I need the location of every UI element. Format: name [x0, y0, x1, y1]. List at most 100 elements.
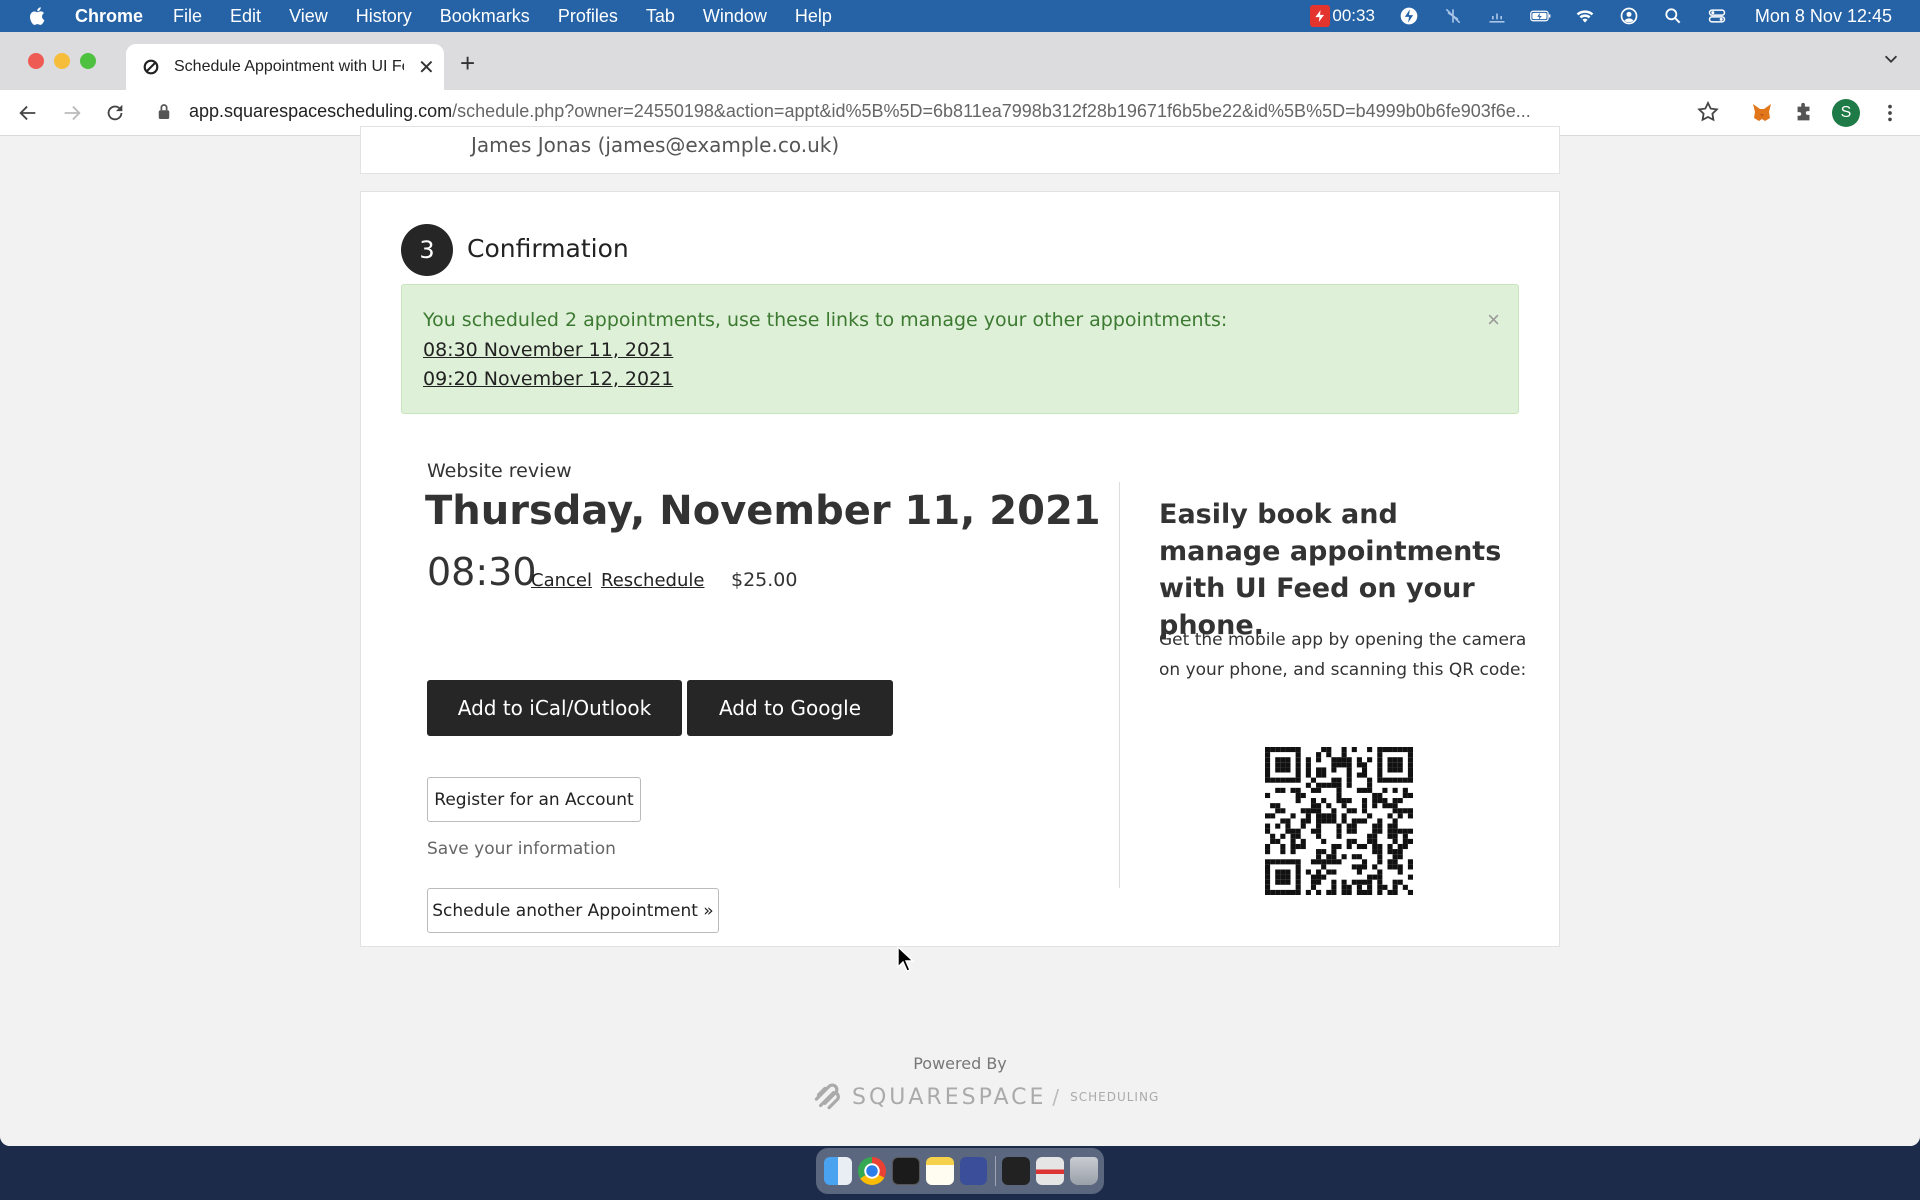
bolt-icon[interactable] — [1397, 6, 1421, 26]
qr-module — [1377, 762, 1383, 768]
add-to-ical-button[interactable]: Add to iCal/Outlook — [427, 680, 682, 736]
preview-icon[interactable] — [1036, 1157, 1065, 1185]
qr-module — [1382, 798, 1388, 804]
appointment-link-2[interactable]: 09:20 November 12, 2021 — [423, 368, 673, 390]
back-arrow-icon[interactable] — [14, 99, 42, 127]
forward-arrow-icon[interactable] — [58, 99, 86, 127]
qr-module — [1372, 828, 1378, 834]
qr-module — [1326, 859, 1332, 865]
address-bar[interactable]: app.squarespacescheduling.com/schedule.p… — [189, 101, 1679, 122]
qr-module — [1290, 849, 1296, 855]
menu-help[interactable]: Help — [795, 6, 832, 27]
qr-module — [1392, 762, 1398, 768]
tab-search-chevron-down-icon[interactable] — [1882, 50, 1900, 73]
notes-icon[interactable] — [925, 1157, 954, 1185]
qr-module — [1356, 879, 1362, 885]
profile-avatar[interactable]: S — [1832, 99, 1860, 127]
tab-schedule-appointment[interactable]: Schedule Appointment with UI Feed ✕ — [126, 44, 444, 90]
close-window-button[interactable] — [28, 53, 44, 69]
bolt-app-icon[interactable] — [959, 1157, 988, 1185]
qr-module — [1310, 828, 1317, 834]
qr-module — [1377, 767, 1383, 773]
qr-module — [1265, 747, 1271, 753]
more-menu-icon[interactable] — [1876, 99, 1904, 127]
lock-icon[interactable] — [157, 103, 171, 126]
qr-module — [1265, 757, 1271, 763]
qr-module — [1295, 889, 1301, 895]
menu-tab[interactable]: Tab — [646, 6, 675, 27]
qr-module — [1336, 828, 1342, 834]
promo-heading: Easily book and manage appointments with… — [1159, 499, 1502, 641]
qr-module — [1316, 879, 1322, 885]
finder-icon[interactable] — [824, 1157, 852, 1185]
close-tab-icon[interactable]: ✕ — [418, 55, 435, 80]
schedule-another-button[interactable]: Schedule another Appointment » — [427, 888, 719, 933]
qr-module — [1407, 889, 1413, 895]
qr-module — [1356, 884, 1362, 890]
minimize-window-button[interactable] — [54, 53, 70, 69]
bookmark-star-icon[interactable] — [1696, 100, 1720, 129]
mute-icon[interactable] — [1441, 6, 1465, 26]
squarespace-favicon-icon — [142, 58, 160, 76]
new-tab-icon[interactable]: + — [460, 48, 475, 79]
reschedule-link[interactable]: Reschedule — [601, 570, 704, 591]
timer-widget[interactable]: 00:33 — [1310, 5, 1375, 27]
reload-icon[interactable] — [101, 99, 129, 127]
extensions-puzzle-icon[interactable] — [1790, 99, 1818, 127]
qr-module — [1336, 762, 1342, 768]
qr-module — [1270, 747, 1276, 753]
menu-app-name[interactable]: Chrome — [75, 6, 143, 27]
qr-module — [1341, 803, 1347, 809]
qr-module — [1382, 777, 1388, 783]
qr-module — [1346, 777, 1352, 783]
menu-view[interactable]: View — [289, 6, 328, 27]
metamask-fox-icon[interactable] — [1748, 99, 1776, 127]
spotlight-icon[interactable] — [1661, 6, 1685, 26]
cancel-link[interactable]: Cancel — [531, 570, 592, 591]
qr-module — [1270, 833, 1276, 839]
user-icon[interactable] — [1617, 6, 1641, 26]
qr-module — [1265, 869, 1271, 875]
qr-module — [1316, 849, 1322, 855]
screenshot-icon[interactable] — [1002, 1157, 1031, 1185]
register-account-button[interactable]: Register for an Account — [427, 777, 641, 822]
qr-module — [1290, 747, 1296, 753]
menu-window[interactable]: Window — [703, 6, 767, 27]
appointment-link-1[interactable]: 08:30 November 11, 2021 — [423, 339, 673, 361]
qr-module — [1367, 757, 1373, 763]
menu-bookmarks[interactable]: Bookmarks — [440, 6, 530, 27]
maximize-window-button[interactable] — [80, 53, 96, 69]
qr-module — [1377, 889, 1383, 895]
terminal-icon[interactable] — [891, 1157, 920, 1185]
qr-module — [1280, 757, 1286, 763]
qr-module — [1387, 803, 1393, 809]
menubar-clock[interactable]: Mon 8 Nov 12:45 — [1755, 6, 1892, 27]
qr-module — [1392, 803, 1398, 809]
menu-profiles[interactable]: Profiles — [558, 6, 618, 27]
qr-module — [1392, 828, 1398, 834]
control-center-icon[interactable] — [1705, 6, 1729, 26]
menu-edit[interactable]: Edit — [230, 6, 261, 27]
qr-module — [1285, 818, 1291, 824]
menu-history[interactable]: History — [356, 6, 412, 27]
battery-icon[interactable] — [1529, 6, 1553, 26]
qr-module — [1331, 757, 1337, 763]
chrome-icon[interactable] — [857, 1157, 886, 1185]
qr-module — [1356, 864, 1362, 870]
menu-file[interactable]: File — [173, 6, 202, 27]
close-alert-icon[interactable]: × — [1487, 307, 1500, 333]
qr-module — [1361, 879, 1368, 885]
network-icon[interactable] — [1485, 6, 1509, 26]
qr-module — [1270, 813, 1276, 819]
qr-module — [1392, 798, 1398, 804]
squarespace-logo[interactable]: SQUARESPACE / SCHEDULING — [810, 1080, 1159, 1114]
add-to-google-button[interactable]: Add to Google — [687, 680, 893, 736]
qr-module — [1336, 757, 1342, 763]
apple-icon[interactable] — [27, 5, 49, 27]
qr-module — [1305, 808, 1311, 814]
trash-icon[interactable] — [1070, 1157, 1099, 1185]
qr-module — [1280, 843, 1286, 850]
qr-module — [1290, 843, 1296, 850]
wifi-icon[interactable] — [1573, 6, 1597, 26]
qr-module — [1402, 828, 1408, 834]
